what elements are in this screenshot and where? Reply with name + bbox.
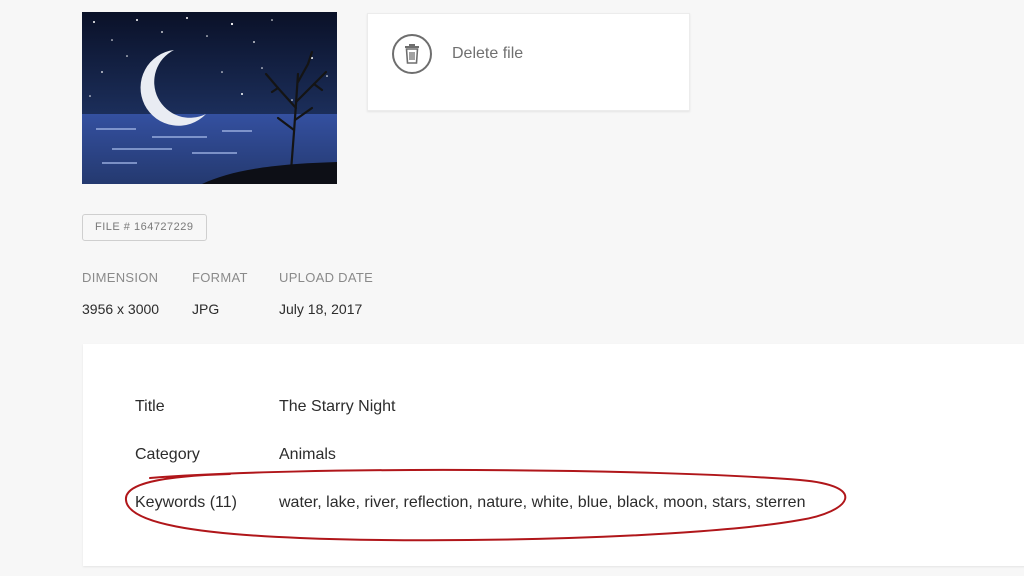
upload-date-label: UPLOAD DATE	[279, 270, 374, 285]
format-label: FORMAT	[192, 270, 248, 285]
category-value[interactable]: Animals	[279, 446, 336, 464]
file-actions-card: Delete file	[367, 13, 690, 111]
file-thumbnail[interactable]	[82, 12, 337, 184]
keywords-label: Keywords (11)	[135, 494, 237, 511]
delete-file-button[interactable]: Delete file	[392, 34, 523, 74]
trash-icon[interactable]	[392, 34, 432, 74]
dimension-label: DIMENSION	[82, 270, 159, 285]
delete-file-label[interactable]: Delete file	[452, 45, 523, 63]
upload-date-value: July 18, 2017	[279, 301, 363, 317]
title-label: Title	[135, 398, 165, 415]
thumbnail-image	[82, 12, 337, 184]
file-number-badge: FILE # 164727229	[82, 214, 207, 241]
category-label: Category	[135, 446, 200, 463]
file-details-card: Title The Starry Night Category Animals …	[83, 344, 1024, 566]
dimension-value: 3956 x 3000	[82, 301, 160, 317]
keywords-value[interactable]: water, lake, river, reflection, nature, …	[279, 494, 805, 512]
format-value: JPG	[192, 301, 220, 317]
title-value[interactable]: The Starry Night	[279, 398, 395, 416]
